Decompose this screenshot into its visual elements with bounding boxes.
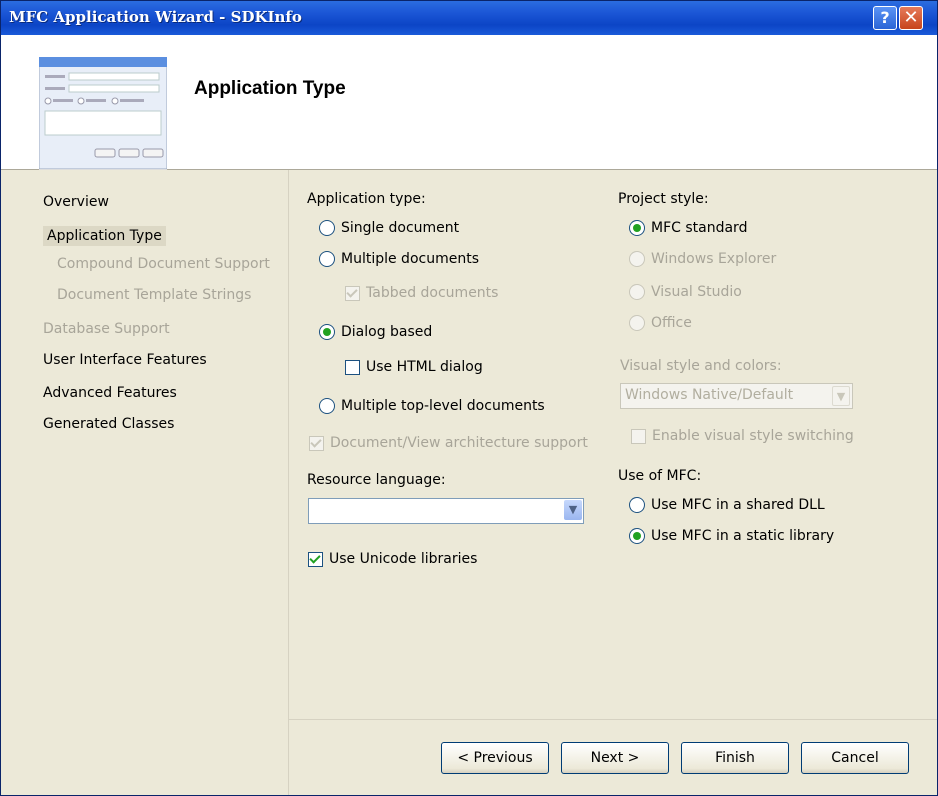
nav-application-type[interactable]: Application Type xyxy=(43,226,166,246)
doc-view-support-checkbox: Document/View architecture support xyxy=(309,435,588,451)
cancel-button[interactable]: Cancel xyxy=(801,742,909,774)
wizard-header: Application Type xyxy=(1,35,937,177)
mfc-static-library-label: Use MFC in a static library xyxy=(651,528,835,544)
title-bar[interactable]: MFC Application Wizard - SDKInfo ? ✕ xyxy=(1,1,937,35)
help-button[interactable]: ? xyxy=(873,6,897,30)
previous-button[interactable]: < Previous xyxy=(441,742,549,774)
chevron-down-icon: ▼ xyxy=(832,386,850,406)
use-of-mfc-label: Use of MFC: xyxy=(618,468,702,484)
single-document-radio[interactable]: Single document xyxy=(319,220,459,236)
nav-overview[interactable]: Overview xyxy=(43,194,109,210)
chevron-down-icon[interactable]: ▼ xyxy=(564,500,582,520)
project-style-label: Project style: xyxy=(618,191,709,207)
nav-generated-classes[interactable]: Generated Classes xyxy=(43,416,174,432)
multiple-top-level-radio[interactable]: Multiple top-level documents xyxy=(319,398,545,414)
radio-selected-icon xyxy=(629,220,645,236)
nav-user-interface-features[interactable]: User Interface Features xyxy=(43,352,207,368)
close-button[interactable]: ✕ xyxy=(899,6,923,30)
windows-explorer-label: Windows Explorer xyxy=(651,251,777,267)
checkbox-icon xyxy=(631,428,646,444)
mfc-shared-dll-radio[interactable]: Use MFC in a shared DLL xyxy=(629,497,825,513)
next-button[interactable]: Next > xyxy=(561,742,669,774)
use-unicode-label: Use Unicode libraries xyxy=(329,551,478,567)
page-title: Application Type xyxy=(194,78,346,99)
visual-studio-radio: Visual Studio xyxy=(629,284,742,300)
multiple-documents-radio[interactable]: Multiple documents xyxy=(319,251,479,267)
enable-visual-style-switching-checkbox: Enable visual style switching xyxy=(631,428,854,444)
dialog-thumbnail-icon xyxy=(39,57,167,177)
windows-explorer-radio: Windows Explorer xyxy=(629,251,776,267)
visual-studio-label: Visual Studio xyxy=(651,284,742,300)
office-radio: Office xyxy=(629,315,692,331)
window-title: MFC Application Wizard - SDKInfo xyxy=(9,8,302,26)
checkbox-icon xyxy=(345,359,360,375)
radio-circle-icon xyxy=(629,251,645,267)
nav-database-support: Database Support xyxy=(43,321,170,337)
visual-style-value: Windows Native/Default xyxy=(625,387,794,403)
resource-language-dropdown[interactable]: ▼ xyxy=(308,498,584,524)
radio-circle-icon xyxy=(629,315,645,331)
mfc-shared-dll-label: Use MFC in a shared DLL xyxy=(651,497,825,513)
enable-visual-style-switching-label: Enable visual style switching xyxy=(652,428,854,444)
use-html-dialog-label: Use HTML dialog xyxy=(366,359,483,375)
multiple-documents-label: Multiple documents xyxy=(341,251,479,267)
multiple-top-level-label: Multiple top-level documents xyxy=(341,398,545,414)
single-document-label: Single document xyxy=(341,220,460,236)
checkbox-icon xyxy=(309,435,324,451)
radio-selected-icon xyxy=(319,324,335,340)
tabbed-documents-checkbox: Tabbed documents xyxy=(345,285,498,301)
radio-circle-icon xyxy=(629,284,645,300)
tabbed-documents-label: Tabbed documents xyxy=(366,285,499,301)
visual-style-dropdown: Windows Native/Default ▼ xyxy=(620,383,853,409)
radio-selected-icon xyxy=(629,528,645,544)
checkbox-checked-icon xyxy=(308,551,323,567)
button-bar: < Previous Next > Finish Cancel xyxy=(288,719,937,795)
resource-language-label: Resource language: xyxy=(307,472,446,488)
finish-button[interactable]: Finish xyxy=(681,742,789,774)
nav-compound-document-support: Compound Document Support xyxy=(57,256,270,272)
doc-view-support-label: Document/View architecture support xyxy=(330,435,588,451)
wizard-window: MFC Application Wizard - SDKInfo ? ✕ App… xyxy=(0,0,938,796)
radio-circle-icon xyxy=(319,398,335,414)
nav-document-template-strings: Document Template Strings xyxy=(57,287,252,303)
radio-circle-icon xyxy=(629,497,645,513)
radio-circle-icon xyxy=(319,220,335,236)
checkbox-icon xyxy=(345,285,360,301)
use-unicode-checkbox[interactable]: Use Unicode libraries xyxy=(308,551,477,567)
visual-style-label: Visual style and colors: xyxy=(620,358,782,374)
mfc-static-library-radio[interactable]: Use MFC in a static library xyxy=(629,528,834,544)
office-label: Office xyxy=(651,315,692,331)
mfc-standard-label: MFC standard xyxy=(651,220,748,236)
options-panel: Application type: Single document Multip… xyxy=(288,170,937,719)
application-type-label: Application type: xyxy=(307,191,426,207)
dialog-based-label: Dialog based xyxy=(341,324,433,340)
nav-advanced-features[interactable]: Advanced Features xyxy=(43,385,177,401)
mfc-standard-radio[interactable]: MFC standard xyxy=(629,220,747,236)
use-html-dialog-checkbox[interactable]: Use HTML dialog xyxy=(345,359,483,375)
wizard-navigation: Overview Application Type Compound Docum… xyxy=(1,170,287,795)
dialog-based-radio[interactable]: Dialog based xyxy=(319,324,432,340)
radio-circle-icon xyxy=(319,251,335,267)
